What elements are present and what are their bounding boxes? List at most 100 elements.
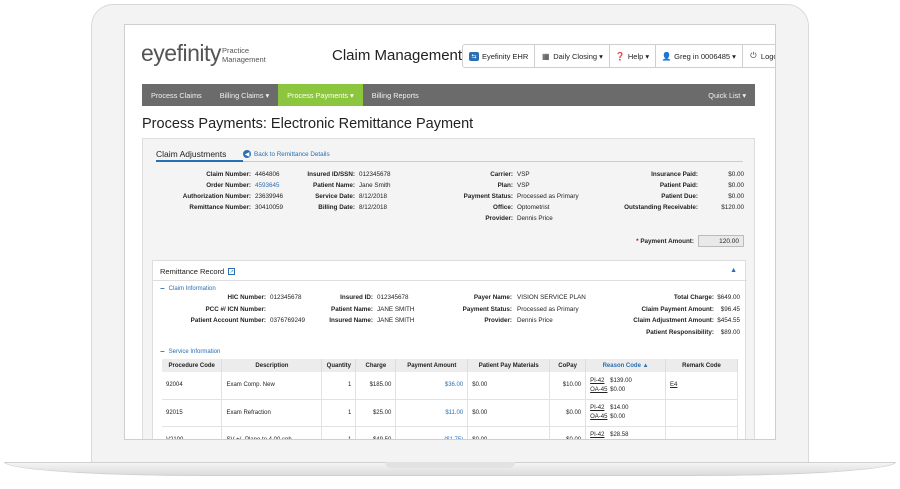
column-header[interactable]: Payment Amount xyxy=(395,359,469,372)
field-value: Processed as Primary xyxy=(517,193,579,200)
column-header[interactable]: Reason Code ▲ xyxy=(585,359,667,372)
field-label: Service Date: xyxy=(315,193,355,200)
description: Exam Comp. New xyxy=(221,372,323,400)
field-value: VISION SERVICE PLAN xyxy=(517,294,586,301)
logout-button[interactable]: ⏻ Logout xyxy=(743,45,775,67)
app-header: eyefinity Practice Management Claim Mana… xyxy=(125,25,775,83)
logout-label: Logout xyxy=(760,51,775,61)
remark-code-link[interactable]: E4 xyxy=(670,382,677,388)
reason-code-link[interactable]: OA-45 xyxy=(590,414,610,420)
reason-amount: $14.00 xyxy=(610,405,629,411)
field-label: Carrier: xyxy=(490,171,513,178)
quantity: 1 xyxy=(321,426,357,439)
field-label: PCC #/ ICN Number: xyxy=(205,305,266,313)
field-value: Processed as Primary xyxy=(517,305,579,313)
reason-codes: PI-42 $14.00 OA-45 $0.00 xyxy=(590,405,661,420)
section-underline xyxy=(156,160,243,162)
patient-pay-materials: $0.00 xyxy=(467,399,551,427)
field-label: Order Number: xyxy=(206,182,251,189)
field-label: Claim Number: xyxy=(206,171,251,178)
column-header[interactable]: Charge xyxy=(355,359,397,372)
field-label: Claim Adjustment Amount: xyxy=(633,317,714,324)
column-header[interactable]: CoPay xyxy=(549,359,587,372)
back-to-remittance-link[interactable]: ◀ Back to Remittance Details xyxy=(243,150,330,158)
description: Exam Refraction xyxy=(221,399,323,427)
field-label: Remittance Number: xyxy=(189,204,251,211)
table-row: 92004 Exam Comp. New 1 $185.00 $36.00 $0.00 $1… xyxy=(162,372,738,400)
field-value: 30410059 xyxy=(255,204,284,211)
procedure-code: 92015 xyxy=(162,399,223,427)
field-label: Outstanding Receivable: xyxy=(624,204,698,211)
collapse-caret-icon[interactable]: ▲ xyxy=(730,267,737,274)
external-link-icon[interactable]: ↗ xyxy=(228,268,236,275)
field-value: $454.55 xyxy=(717,317,740,324)
procedure-code: 92004 xyxy=(162,372,223,400)
column-header[interactable]: Remark Code xyxy=(665,359,738,372)
daily-closing-button[interactable]: ▦ Daily Closing ▾ xyxy=(535,45,610,67)
service-information-toggle[interactable]: − Service Information xyxy=(160,347,220,356)
payment-amount-link[interactable]: $11.00 xyxy=(395,399,469,427)
field-value: Optometrist xyxy=(517,204,550,211)
nav-billing-claims[interactable]: Billing Claims ▾ xyxy=(211,84,278,106)
remark-code-cell xyxy=(665,399,738,427)
reason-amount: $28.58 xyxy=(610,432,629,438)
reason-amount: $139.00 xyxy=(610,377,632,384)
column-header[interactable]: Description xyxy=(221,359,323,372)
nav-process-claims[interactable]: Process Claims xyxy=(142,84,211,106)
column-header[interactable]: Quantity xyxy=(321,359,357,372)
field-value: JANE SMITH xyxy=(377,305,415,313)
payment-amount-link[interactable]: ($1.75) xyxy=(395,426,469,439)
remittance-record-header: Remittance Record ↗ xyxy=(160,267,236,276)
eyefinity-ehr-button[interactable]: ⇆ Eyefinity EHR xyxy=(463,45,536,67)
charge: $49.50 xyxy=(355,426,397,439)
service-table: Procedure Code Description Quantity Charge P… xyxy=(162,359,738,439)
claim-information-label: Claim Information xyxy=(168,285,216,292)
reason-codes: PI-42 $139.00 OA-45 $0.00 xyxy=(590,378,661,393)
nav-process-payments[interactable]: Process Payments ▾ xyxy=(278,84,363,106)
field-label: Billing Date: xyxy=(318,204,355,211)
payment-amount-link[interactable]: $36.00 xyxy=(395,372,469,400)
field-value: 0376769249 xyxy=(270,317,306,324)
field-value: Jane Smith xyxy=(359,182,391,189)
field-label: HIC Number: xyxy=(227,294,266,301)
field-value: 012345678 xyxy=(270,294,302,301)
field-label: Plan: xyxy=(497,182,513,189)
user-menu-button[interactable]: 👤 Greg in 0006485 ▾ xyxy=(656,45,743,67)
payment-amount-label-text: Payment Amount: xyxy=(640,238,694,245)
help-button[interactable]: ❓ Help ▾ xyxy=(610,45,657,67)
description: SV +/- Plano to 4.00 sph xyxy=(221,426,323,439)
laptop-notch xyxy=(385,462,515,468)
reason-code-link[interactable]: PI-42 xyxy=(590,405,610,411)
remittance-rule xyxy=(153,280,747,281)
reason-code-cell: PI-42 $139.00 OA-45 $0.00 xyxy=(585,372,667,400)
field-label: Provider: xyxy=(484,317,512,324)
field-value-link[interactable]: 4593645 xyxy=(255,180,280,191)
field-label: Office: xyxy=(493,204,513,211)
payment-amount-input[interactable]: 120.00 xyxy=(698,235,744,247)
app-title: Claim Management xyxy=(332,47,463,64)
field-value: Dennis Price xyxy=(517,317,553,324)
field-value: 012345678 xyxy=(359,171,391,178)
claim-information-toggle[interactable]: − Claim Information xyxy=(160,284,216,293)
nav-billing-reports[interactable]: Billing Reports xyxy=(363,84,428,106)
field-value: VSP xyxy=(517,182,530,189)
field-label: Patient Paid: xyxy=(659,182,698,189)
section-rule xyxy=(243,161,743,162)
column-header[interactable]: Procedure Code xyxy=(162,359,223,372)
reason-code-link[interactable]: PI-42 xyxy=(590,432,610,438)
field-label: Payment Status: xyxy=(463,193,513,200)
column-header[interactable]: Patient Pay Materials xyxy=(467,359,551,372)
copay: $0.00 xyxy=(549,426,587,439)
field-value: $89.00 xyxy=(720,328,740,336)
field-label: Patient Account Number: xyxy=(190,317,266,324)
reason-code-link[interactable]: PI-42 xyxy=(590,378,610,384)
help-label: Help ▾ xyxy=(627,51,650,61)
field-label: Insured ID/SSN: xyxy=(307,171,355,178)
nav-quick-list[interactable]: Quick List ▾ xyxy=(699,84,755,106)
remark-code-cell xyxy=(665,426,738,439)
table-header-row: Procedure Code Description Quantity Charge P… xyxy=(162,359,738,372)
field-value: $0.00 xyxy=(728,171,744,178)
reason-code-link[interactable]: OA-45 xyxy=(590,387,610,393)
field-label: Insured Name: xyxy=(329,317,373,324)
field-label: Insurance Paid: xyxy=(651,171,698,178)
